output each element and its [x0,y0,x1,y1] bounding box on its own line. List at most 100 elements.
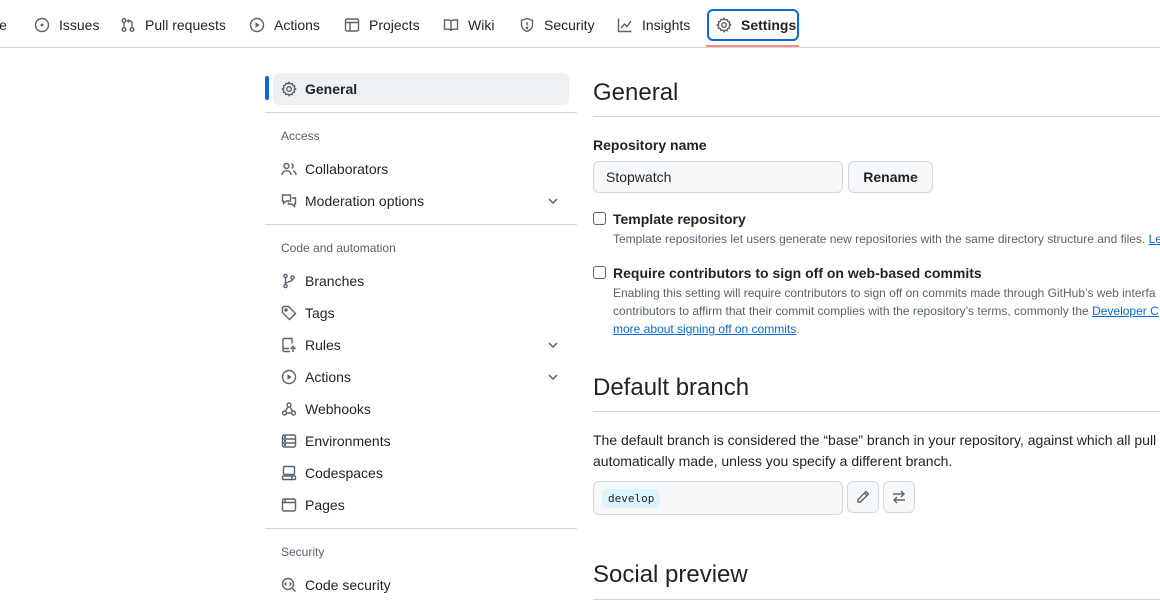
chevron-down-icon[interactable] [545,193,561,209]
active-indicator [265,76,269,100]
sidebar-item-codespaces[interactable]: Codespaces [273,457,569,489]
webhook-icon [281,401,297,417]
template-repository-description: Template repositories let users generate… [613,230,1160,248]
rename-button[interactable]: Rename [848,161,933,193]
sidebar-item-label: Tags [305,305,335,321]
tab-wiki-label: Wiki [468,17,495,33]
developer-certificate-link[interactable]: Developer C [1092,304,1159,318]
tab-issues-label: Issues [59,17,100,33]
repository-name-input[interactable]: Stopwatch [593,161,843,193]
default-branch-description-line2: automatically made, unless you specify a… [593,453,953,469]
signing-off-link[interactable]: more about signing off on commits [613,322,796,336]
sidebar-item-label: Branches [305,273,365,289]
tab-projects[interactable]: Projects [344,10,420,40]
issue-opened-icon [34,17,50,33]
server-icon [281,433,297,449]
people-icon [281,161,297,177]
sidebar-item-branches[interactable]: Branches [273,265,569,297]
chevron-down-icon[interactable] [545,369,561,385]
default-branch-field: develop [593,481,843,515]
sidebar-item-label: Codespaces [305,465,383,481]
sidebar-item-label: Pages [305,497,345,513]
repository-name-label: Repository name [593,137,707,153]
sidebar-item-actions[interactable]: Actions [273,361,569,393]
sidebar-heading-access: Access [281,129,320,143]
shield-icon [519,17,535,33]
tab-settings[interactable]: Settings [707,9,799,41]
tab-security[interactable]: Security [519,10,595,40]
tab-code[interactable]: le [0,10,7,40]
codespaces-icon [281,465,297,481]
tab-wiki[interactable]: Wiki [443,10,494,40]
learn-more-link[interactable]: Lea [1149,232,1160,246]
section-divider [593,599,1160,600]
edit-branch-button[interactable] [847,481,879,513]
tab-pull-requests-label: Pull requests [145,17,226,33]
signoff-description-line1: Enabling this setting will require contr… [613,286,1156,300]
sidebar-heading-code: Code and automation [281,241,396,255]
sidebar-item-environments[interactable]: Environments [273,425,569,457]
gear-icon [716,17,732,33]
codescan-icon [281,577,297,593]
play-icon [249,17,265,33]
signoff-description-line2: contributors to affirm that their commit… [613,302,1159,320]
git-branch-icon [281,273,297,289]
template-description-text: Template repositories let users generate… [613,232,1146,246]
switch-branch-button[interactable] [883,481,915,513]
tab-settings-label: Settings [741,17,797,33]
signoff-line2-text: contributors to affirm that their commit… [613,304,1093,318]
tab-security-label: Security [544,17,595,33]
tab-actions-label: Actions [274,17,320,33]
sidebar-item-moderation[interactable]: Moderation options [273,185,569,217]
tab-actions[interactable]: Actions [249,10,320,40]
repo-push-icon [281,337,297,353]
tab-issues[interactable]: Issues [34,10,99,40]
signoff-description-line3: more about signing off on commits. [613,320,800,338]
default-branch-title: Default branch [593,374,750,401]
book-icon [443,17,459,33]
sidebar-heading-security: Security [281,545,325,559]
tab-insights-label: Insights [642,17,691,33]
chevron-down-icon[interactable] [545,337,561,353]
comment-discussion-icon [281,193,297,209]
sidebar-divider [265,528,577,529]
template-repository-label: Template repository [613,211,746,227]
sidebar-item-label: Moderation options [305,193,425,209]
branch-name-chip: develop [602,488,661,508]
sidebar-item-rules[interactable]: Rules [273,329,569,361]
social-preview-title: Social preview [593,561,748,588]
tab-projects-label: Projects [369,17,420,33]
selected-tab-underline [706,45,799,47]
section-divider [593,411,1160,412]
sidebar-item-tags[interactable]: Tags [273,297,569,329]
sidebar-item-collaborators[interactable]: Collaborators [273,153,569,185]
sidebar-item-label: Code security [305,577,391,593]
sidebar-item-label: Collaborators [305,161,389,177]
graph-icon [617,17,633,33]
sidebar-divider [265,112,577,113]
default-branch-description-line1: The default branch is considered the “ba… [593,432,1157,448]
template-repository-checkbox[interactable] [593,212,606,225]
tab-insights[interactable]: Insights [617,10,690,40]
sidebar-item-code-security[interactable]: Code security [273,569,569,601]
sidebar-item-label: Rules [305,337,341,353]
browser-icon [281,497,297,513]
sidebar-item-label: General [305,81,358,97]
sidebar-item-general[interactable]: General [273,73,569,105]
tab-pull-requests[interactable]: Pull requests [120,10,226,40]
tab-code-label: le [0,17,7,33]
section-divider [593,116,1160,117]
arrow-switch-icon [891,489,907,505]
table-icon [344,17,360,33]
sidebar-item-label: Environments [305,433,391,449]
gear-icon [281,81,297,97]
sidebar-item-pages[interactable]: Pages [273,489,569,521]
tag-icon [281,305,297,321]
sidebar-item-webhooks[interactable]: Webhooks [273,393,569,425]
page-title: General [593,79,679,106]
signoff-line3-end: . [796,322,800,336]
signoff-label: Require contributors to sign off on web-… [613,265,982,281]
pencil-icon [855,489,871,505]
signoff-checkbox[interactable] [593,266,606,279]
sidebar-divider [265,224,577,225]
